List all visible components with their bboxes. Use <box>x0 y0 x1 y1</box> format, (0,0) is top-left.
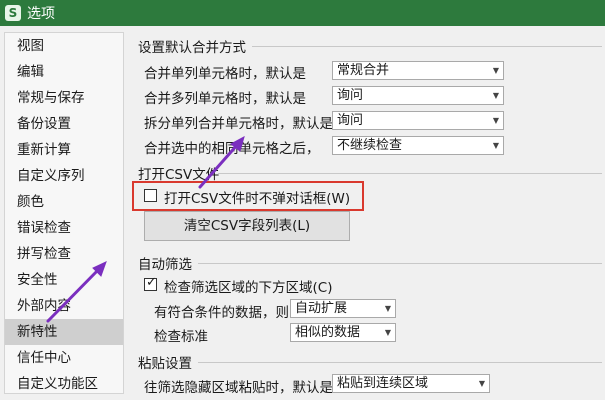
chevron-down-icon: ▼ <box>384 328 391 337</box>
matching-data-label: 有符合条件的数据，则 <box>154 305 289 321</box>
sidebar-item-colors[interactable]: 颜色 <box>5 189 123 215</box>
split-single-column-select[interactable]: 询问 ▼ <box>332 111 504 130</box>
options-dialog-body: 视图 编辑 常规与保存 备份设置 重新计算 自定义序列 颜色 错误检查 拼写检查… <box>0 26 605 400</box>
title-bar: S 选项 <box>0 0 605 26</box>
split-single-column-label: 拆分单列合并单元格时，默认是 <box>144 116 333 132</box>
split-single-column-value: 询问 <box>337 113 364 128</box>
chevron-down-icon: ▼ <box>492 91 499 100</box>
paste-group-divider <box>198 362 602 363</box>
options-sidebar: 视图 编辑 常规与保存 备份设置 重新计算 自定义序列 颜色 错误检查 拼写检查… <box>4 32 124 394</box>
paste-group-title: 粘贴设置 <box>138 356 192 372</box>
merge-group-title: 设置默认合并方式 <box>138 40 246 56</box>
sidebar-item-custom-lists[interactable]: 自定义序列 <box>5 163 123 189</box>
merge-single-column-select[interactable]: 常规合并 ▼ <box>332 61 504 80</box>
merge-single-column-label: 合并单列单元格时，默认是 <box>144 66 306 82</box>
sidebar-item-general-save[interactable]: 常规与保存 <box>5 85 123 111</box>
paste-hidden-value: 粘贴到连续区域 <box>337 376 429 391</box>
sidebar-item-trust-center[interactable]: 信任中心 <box>5 345 123 371</box>
check-filter-below-label[interactable]: 检查筛选区域的下方区域(C) <box>164 276 332 296</box>
chevron-down-icon: ▼ <box>492 141 499 150</box>
paste-hidden-select[interactable]: 粘贴到连续区域 ▼ <box>332 374 490 393</box>
clear-csv-fields-button[interactable]: 清空CSV字段列表(L) <box>144 211 350 241</box>
sidebar-item-backup[interactable]: 备份设置 <box>5 111 123 137</box>
sidebar-item-view[interactable]: 视图 <box>5 33 123 59</box>
chevron-down-icon: ▼ <box>492 66 499 75</box>
sidebar-item-spell-check[interactable]: 拼写检查 <box>5 241 123 267</box>
chevron-down-icon: ▼ <box>384 304 391 313</box>
sidebar-item-recalculate[interactable]: 重新计算 <box>5 137 123 163</box>
criteria-select[interactable]: 相似的数据 ▼ <box>290 323 396 342</box>
merge-multi-column-value: 询问 <box>337 88 364 103</box>
merge-same-cells-value: 不继续检查 <box>337 138 403 153</box>
checkmark-icon: ✓ <box>146 275 157 290</box>
filter-group-title: 自动筛选 <box>138 257 192 273</box>
sidebar-item-edit[interactable]: 编辑 <box>5 59 123 85</box>
wps-spreadsheet-app-icon: S <box>5 5 21 21</box>
csv-no-dialog-checkbox[interactable] <box>144 189 157 202</box>
csv-group-divider <box>218 173 602 174</box>
chevron-down-icon: ▼ <box>492 116 499 125</box>
matching-data-select[interactable]: 自动扩展 ▼ <box>290 299 396 318</box>
criteria-value: 相似的数据 <box>295 325 361 340</box>
sidebar-item-error-checking[interactable]: 错误检查 <box>5 215 123 241</box>
criteria-label: 检查标准 <box>154 329 208 345</box>
filter-group-divider <box>198 263 602 264</box>
csv-group-title: 打开CSV文件 <box>138 167 220 183</box>
sidebar-item-external-content[interactable]: 外部内容 <box>5 293 123 319</box>
paste-hidden-label: 往筛选隐藏区域粘贴时，默认是 <box>144 380 333 396</box>
merge-single-column-value: 常规合并 <box>337 63 390 78</box>
window-title: 选项 <box>27 6 55 22</box>
matching-data-value: 自动扩展 <box>295 301 348 316</box>
sidebar-item-security[interactable]: 安全性 <box>5 267 123 293</box>
merge-multi-column-select[interactable]: 询问 ▼ <box>332 86 504 105</box>
options-content-panel: 设置默认合并方式 合并单列单元格时，默认是 常规合并 ▼ 合并多列单元格时，默认… <box>128 26 605 400</box>
sidebar-item-new-features[interactable]: 新特性 <box>5 319 123 345</box>
merge-group-divider <box>252 46 602 47</box>
merge-same-cells-select[interactable]: 不继续检查 ▼ <box>332 136 504 155</box>
merge-same-cells-label: 合并选中的相同单元格之后， <box>144 141 320 157</box>
check-filter-below-checkbox[interactable]: ✓ <box>144 275 157 291</box>
sidebar-item-customize-ribbon[interactable]: 自定义功能区 <box>5 371 123 397</box>
csv-no-dialog-label[interactable]: 打开CSV文件时不弹对话框(W) <box>164 187 350 207</box>
chevron-down-icon: ▼ <box>478 379 485 388</box>
merge-multi-column-label: 合并多列单元格时，默认是 <box>144 91 306 107</box>
